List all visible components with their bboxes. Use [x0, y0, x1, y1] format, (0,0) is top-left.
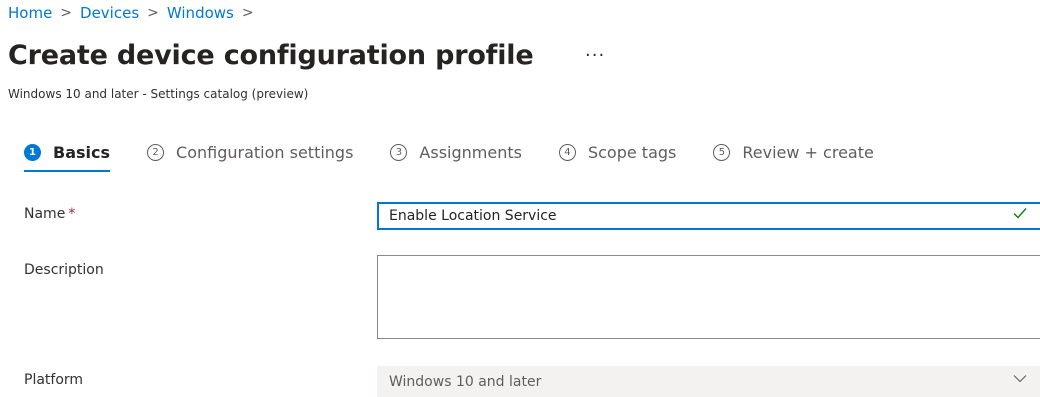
step-label: Configuration settings: [176, 143, 354, 162]
breadcrumb-home[interactable]: Home: [8, 4, 52, 22]
wizard-steps: 1 Basics 2 Configuration settings 3 Assi…: [24, 143, 911, 172]
step-label: Review + create: [742, 143, 874, 162]
tab-scope-tags[interactable]: 4 Scope tags: [558, 143, 677, 162]
step-number-badge: 4: [558, 144, 576, 161]
step-number-badge: 2: [147, 144, 165, 161]
breadcrumb-windows[interactable]: Windows: [167, 4, 234, 22]
name-label-text: Name: [24, 206, 66, 222]
step-label: Basics: [53, 143, 111, 162]
step-label: Scope tags: [587, 143, 677, 162]
breadcrumb-separator: >: [60, 5, 73, 21]
platform-select: Windows 10 and later: [377, 366, 1040, 397]
tab-configuration-settings[interactable]: 2 Configuration settings: [147, 143, 353, 162]
breadcrumb: Home > Devices > Windows >: [8, 4, 262, 22]
chevron-down-icon: [1013, 375, 1027, 383]
breadcrumb-separator: >: [241, 5, 254, 21]
step-number-badge: 3: [390, 144, 408, 161]
checkmark-icon: [1013, 208, 1027, 219]
breadcrumb-separator: >: [147, 5, 159, 21]
name-input[interactable]: Enable Location Service: [377, 202, 1040, 230]
tab-assignments[interactable]: 3 Assignments: [390, 143, 522, 162]
tab-basics[interactable]: 1 Basics: [24, 143, 111, 172]
page-title: Create device configuration profile: [8, 40, 534, 71]
required-marker: *: [68, 206, 76, 222]
tab-review-create[interactable]: 5 Review + create: [713, 143, 874, 162]
page-subtitle: Windows 10 and later - Settings catalog …: [8, 87, 309, 101]
step-number-badge: 1: [24, 144, 41, 161]
step-number-badge: 5: [713, 144, 731, 161]
step-label: Assignments: [419, 143, 522, 162]
more-options-icon[interactable]: ···: [585, 45, 605, 66]
platform-label: Platform: [24, 372, 84, 388]
description-textarea[interactable]: [377, 255, 1040, 339]
breadcrumb-devices[interactable]: Devices: [80, 4, 139, 22]
name-label: Name *: [24, 206, 75, 222]
description-label: Description: [24, 262, 104, 278]
